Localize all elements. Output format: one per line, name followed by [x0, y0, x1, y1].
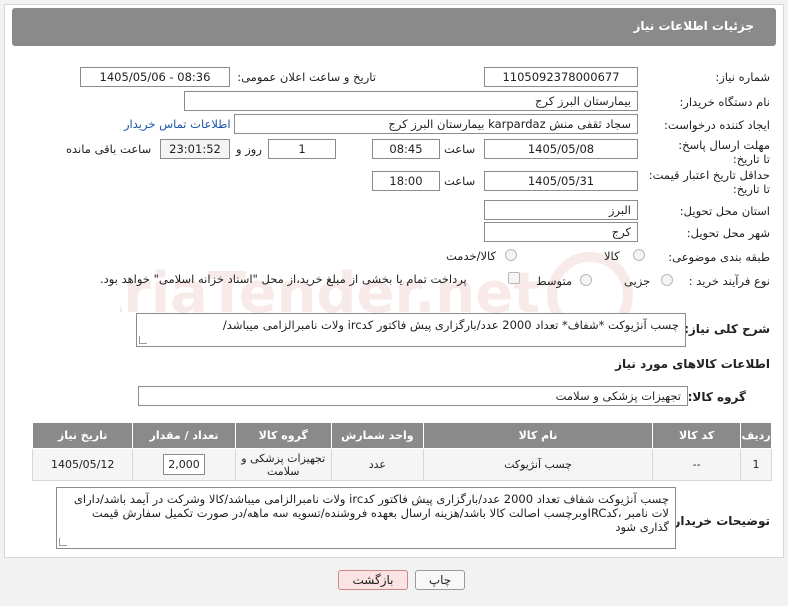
goods-table: ردیف کد کالا نام کالا واحد شمارش گروه کا…	[31, 422, 772, 481]
buyer-org-label: نام دستگاه خریدار:	[679, 95, 770, 109]
col-need-date: تاریخ نیاز	[31, 422, 134, 449]
category-goods-service-label: کالا/خدمت	[446, 249, 497, 263]
col-code: کد کالا	[652, 422, 742, 449]
buyer-notes-textarea[interactable]: چسب آنژیوکت شفاف تعداد 2000 عدد/بارگزاری…	[56, 487, 676, 549]
cell-group: تجهیزات پزشکی و سلامت	[234, 448, 332, 481]
reply-time-label: ساعت	[444, 142, 476, 156]
category-goods-label: کالا	[604, 249, 620, 263]
panel-header: جزئیات اطلاعات نیاز	[12, 8, 776, 46]
price-validity-label: حداقل تاریخ اعتبار قیمت: تا تاریخ:	[648, 168, 770, 196]
province-field: البرز	[484, 200, 638, 220]
cell-unit: عدد	[330, 448, 424, 481]
need-number-field: 1105092378000677	[484, 67, 638, 87]
buyer-notes-text: چسب آنژیوکت شفاف تعداد 2000 عدد/بارگزاری…	[73, 492, 669, 534]
category-goods-radio[interactable]	[633, 249, 645, 261]
buyer-notes-label: توضیحات خریدار:	[668, 514, 770, 528]
process-medium-radio[interactable]	[580, 274, 592, 286]
process-label: نوع فرآیند خرید :	[688, 274, 770, 288]
panel-title: جزئیات اطلاعات نیاز	[633, 19, 754, 33]
treasury-payment-checkbox[interactable]	[508, 272, 520, 284]
process-medium-label: متوسط	[536, 274, 573, 288]
remaining-label: ساعت باقی مانده	[66, 142, 152, 156]
treasury-payment-note: پرداخت تمام یا بخشی از مبلغ خرید،از محل …	[100, 272, 467, 286]
process-small-label: جزیی	[624, 274, 651, 288]
description-label: شرح کلی نیاز:	[684, 322, 770, 336]
resize-handle-icon[interactable]	[59, 538, 67, 546]
price-date-field: 1405/05/31	[484, 171, 638, 191]
province-label: استان محل تحویل:	[679, 204, 770, 218]
col-row: ردیف	[740, 422, 772, 449]
reply-time-field: 08:45	[372, 139, 440, 159]
resize-handle-icon[interactable]	[139, 336, 147, 344]
category-goods-service-radio[interactable]	[505, 249, 517, 261]
goods-group-field: تجهیزات پزشکی و سلامت	[138, 386, 688, 406]
need-number-label: شماره نیاز:	[715, 70, 770, 84]
cell-row: 1	[740, 448, 772, 481]
buyer-org-field: بیمارستان البرز کرج	[184, 91, 638, 111]
days-label: روز و	[236, 142, 262, 156]
reply-deadline-label: مهلت ارسال پاسخ: تا تاریخ:	[678, 138, 770, 166]
cell-need-date: 1405/05/12	[31, 448, 134, 481]
city-label: شهر محل تحویل:	[686, 226, 770, 240]
cell-name: چسب آنژیوکت	[422, 448, 654, 481]
col-group: گروه کالا	[234, 422, 332, 449]
price-time-field: 18:00	[372, 171, 440, 191]
cell-code: --	[652, 448, 742, 481]
table-row: 1 -- چسب آنژیوکت عدد تجهیزات پزشکی و سلا…	[31, 448, 772, 481]
goods-table-header: ردیف کد کالا نام کالا واحد شمارش گروه کا…	[31, 422, 772, 449]
col-name: نام کالا	[422, 422, 654, 449]
description-textarea[interactable]: چسب آنژیوکت *شفاف* تعداد 2000 عدد/بارگزا…	[136, 313, 686, 347]
creator-field: سجاد ثقفی منش karpardaz بیمارستان البرز …	[234, 114, 638, 134]
remaining-time-field: 23:01:52	[160, 139, 230, 159]
announce-label: تاریخ و ساعت اعلان عمومی:	[237, 70, 376, 84]
creator-label: ایجاد کننده درخواست:	[664, 118, 770, 132]
price-time-label: ساعت	[444, 174, 476, 188]
process-small-radio[interactable]	[661, 274, 673, 286]
city-field: کرج	[484, 222, 638, 242]
print-button[interactable]: چاپ	[415, 570, 465, 590]
col-unit: واحد شمارش	[330, 422, 424, 449]
description-text: چسب آنژیوکت *شفاف* تعداد 2000 عدد/بارگزا…	[222, 318, 679, 332]
reply-date-field: 1405/05/08	[484, 139, 638, 159]
col-quantity: تعداد / مقدار	[132, 422, 236, 449]
category-label: طبقه بندی موضوعی:	[668, 250, 770, 264]
cell-quantity: 2,000	[132, 448, 236, 481]
buyer-contact-link[interactable]: اطلاعات تماس خریدار	[124, 117, 231, 131]
announce-field: 1405/05/06 - 08:36	[80, 67, 230, 87]
quantity-box: 2,000	[163, 454, 205, 475]
goods-section-title: اطلاعات کالاهای مورد نیاز	[615, 357, 770, 371]
goods-group-label: گروه کالا:	[687, 390, 746, 404]
back-button[interactable]: بازگشت	[338, 570, 408, 590]
days-count-field: 1	[268, 139, 336, 159]
